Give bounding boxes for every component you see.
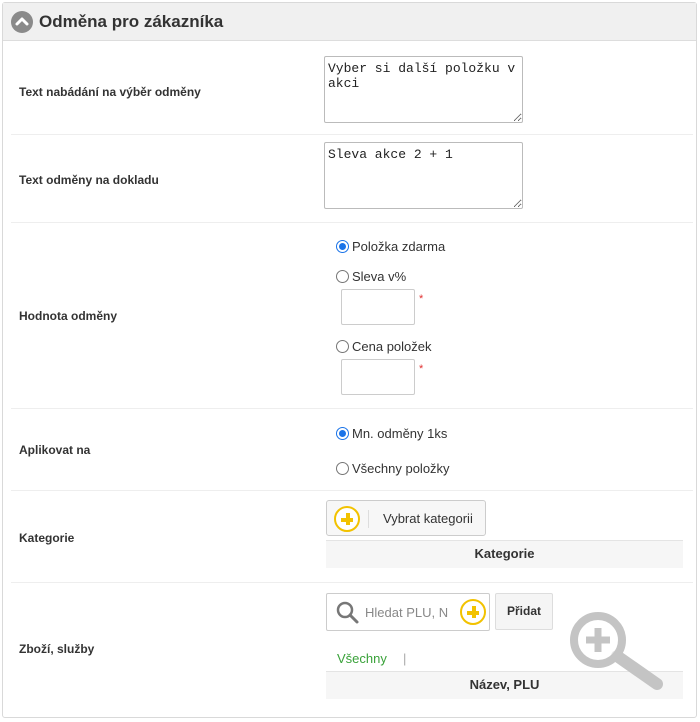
row-apply-to: Aplikovat na xyxy=(11,409,693,491)
radio-button[interactable] xyxy=(336,427,349,440)
receipt-text-textarea[interactable] xyxy=(324,142,523,209)
reward-value-label: Hodnota odměny xyxy=(19,309,117,323)
product-search-input[interactable] xyxy=(365,603,451,621)
panel-title: Odměna pro zákazníka xyxy=(39,12,224,31)
chevron-up-icon xyxy=(15,17,29,26)
radio-button[interactable] xyxy=(336,340,349,353)
collapse-button[interactable] xyxy=(11,11,33,33)
radio-button[interactable] xyxy=(336,240,349,253)
required-mark: * xyxy=(419,363,424,375)
prompt-text-textarea[interactable] xyxy=(324,56,523,123)
search-icon xyxy=(336,601,359,624)
items-price-input[interactable] xyxy=(341,359,415,395)
panel-header: Odměna pro zákazníka xyxy=(3,3,696,41)
apply-to-label: Aplikovat na xyxy=(19,443,91,457)
add-button[interactable]: Přidat xyxy=(495,593,553,630)
product-search-box[interactable] xyxy=(326,593,490,631)
radio-label: Mn. odměny 1ks xyxy=(352,426,448,441)
add-product-icon[interactable] xyxy=(460,599,486,625)
filter-separator: | xyxy=(403,651,407,666)
zoom-in-icon[interactable] xyxy=(569,608,669,690)
receipt-text-label: Text odměny na dokladu xyxy=(19,173,159,187)
prompt-text-label: Text nabádání na výběr odměny xyxy=(19,85,201,99)
reward-panel: Odměna pro zákazníka Text nabádání na vý… xyxy=(2,2,697,718)
plus-circle-icon xyxy=(334,506,360,532)
radio-label: Položka zdarma xyxy=(352,239,446,254)
radio-button[interactable] xyxy=(336,462,349,475)
discount-percent-input[interactable] xyxy=(341,289,415,325)
required-mark: * xyxy=(419,293,424,305)
category-label: Kategorie xyxy=(19,531,75,545)
category-column-header: Kategorie xyxy=(326,540,683,568)
radio-label: Všechny položky xyxy=(352,461,450,476)
radio-label: Cena položek xyxy=(352,339,432,354)
products-label: Zboží, služby xyxy=(19,642,95,656)
radio-button[interactable] xyxy=(336,270,349,283)
button-divider xyxy=(368,510,369,528)
radio-label: Sleva v% xyxy=(352,269,407,284)
select-category-button[interactable]: Vybrat kategorii xyxy=(326,500,486,536)
select-category-label: Vybrat kategorii xyxy=(383,511,473,526)
filter-all-link[interactable]: Všechny xyxy=(337,651,387,666)
